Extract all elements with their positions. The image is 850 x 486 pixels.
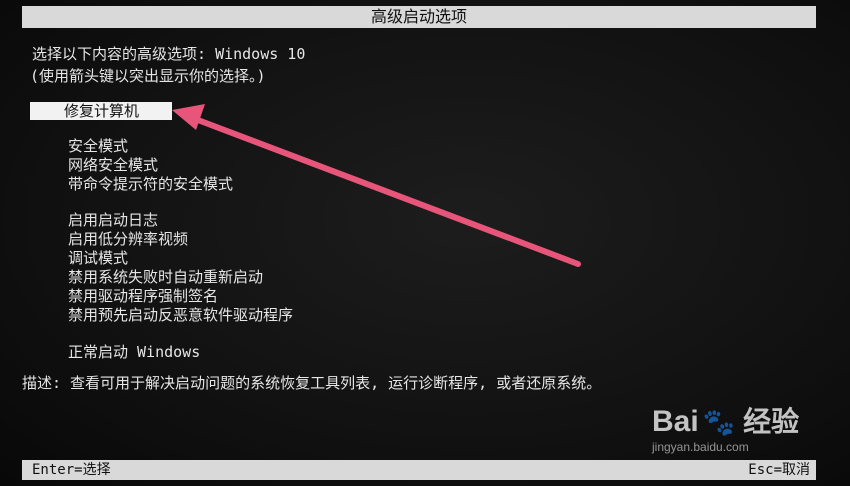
menu-item-label: 修复计算机 <box>64 102 140 120</box>
menu-group-safe-mode: 安全模式 网络安全模式 带命令提示符的安全模式 <box>68 137 233 194</box>
watermark-url: jingyan.baidu.com <box>652 440 749 454</box>
menu-item-low-resolution-video[interactable]: 启用低分辨率视频 <box>68 230 293 249</box>
watermark-brand-suffix: 经验 <box>743 406 800 437</box>
prompt-text: 选择以下内容的高级选项: Windows 10 <box>32 45 306 63</box>
footer-enter-hint: Enter=选择 <box>32 462 111 478</box>
window-title-bar: 高级启动选项 <box>22 6 816 28</box>
menu-item-disable-driver-signature[interactable]: 禁用驱动程序强制签名 <box>68 287 293 306</box>
prompt-hint: (使用箭头键以突出显示你的选择。) <box>30 67 266 85</box>
baidu-paw-icon: 🐾 <box>702 407 736 437</box>
watermark-brand: Bai <box>652 405 699 438</box>
description-text: 描述: 查看可用于解决启动问题的系统恢复工具列表, 运行诊断程序, 或者还原系统… <box>22 374 602 392</box>
menu-group-normal: 正常启动 Windows <box>68 343 200 362</box>
menu-item-safe-mode-command-prompt[interactable]: 带命令提示符的安全模式 <box>68 175 233 194</box>
footer-esc-hint: Esc=取消 <box>748 462 810 478</box>
menu-item-boot-logging[interactable]: 启用启动日志 <box>68 211 293 230</box>
menu-group-advanced: 启用启动日志 启用低分辨率视频 调试模式 禁用系统失败时自动重新启动 禁用驱动程… <box>68 211 293 325</box>
menu-item-start-windows-normally[interactable]: 正常启动 Windows <box>68 343 200 362</box>
baidu-watermark: Bai 🐾 经验 jingyan.baidu.com <box>652 400 800 454</box>
menu-item-safe-mode[interactable]: 安全模式 <box>68 137 233 156</box>
menu-item-safe-mode-networking[interactable]: 网络安全模式 <box>68 156 233 175</box>
menu-item-debug-mode[interactable]: 调试模式 <box>68 249 293 268</box>
boot-options-screen: 高级启动选项 选择以下内容的高级选项: Windows 10 (使用箭头键以突出… <box>0 0 850 486</box>
menu-item-disable-early-antimalware[interactable]: 禁用预先启动反恶意软件驱动程序 <box>68 306 293 325</box>
window-title: 高级启动选项 <box>370 7 467 26</box>
menu-item-disable-auto-restart[interactable]: 禁用系统失败时自动重新启动 <box>68 268 293 287</box>
menu-item-repair-computer[interactable]: 修复计算机 <box>30 102 172 120</box>
footer-bar: Enter=选择 Esc=取消 <box>22 460 816 480</box>
